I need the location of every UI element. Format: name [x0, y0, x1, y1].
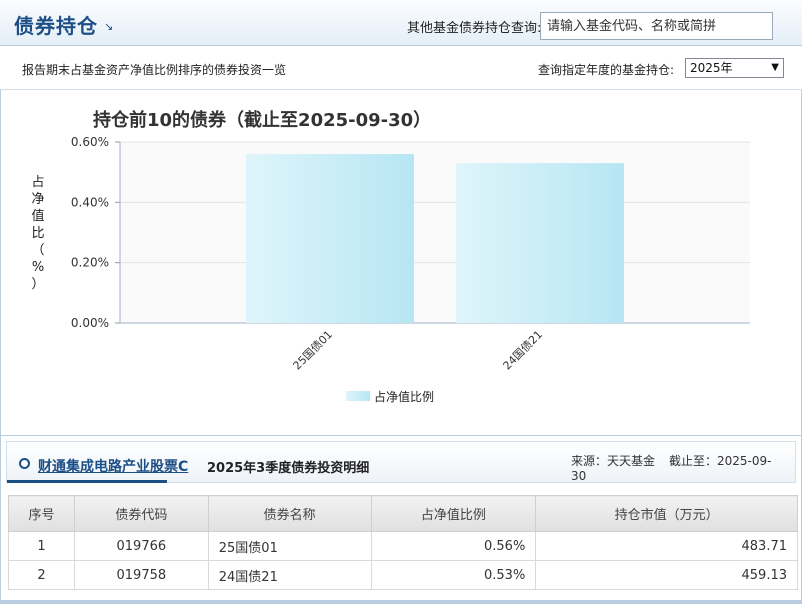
detail-subtitle: 2025年3季度债券投资明细: [207, 461, 370, 476]
legend-label: 占净值比例: [374, 389, 434, 404]
column-header: 债券代码: [73, 495, 209, 532]
bond-code: 019758: [73, 560, 209, 590]
plot-area: [120, 142, 750, 323]
market-value: 459.13: [535, 560, 798, 590]
y-tick-label: 0.00%: [71, 316, 109, 330]
column-header: 持仓市值（万元）: [535, 495, 798, 532]
y-axis-label-char: ）: [31, 277, 44, 292]
row-index: 2: [8, 560, 75, 590]
y-axis-label-char: 值: [31, 208, 44, 224]
circle-bullet-icon: [19, 458, 30, 469]
bond-detail-table: 序号 债券代码 债券名称 占净值比例 持仓市值（万元） 1 019766 25国…: [8, 495, 798, 590]
bar: [246, 154, 414, 323]
bond-name: 25国债01: [207, 531, 372, 561]
legend-swatch: [346, 391, 370, 401]
table-row: 2 019758 24国债21 0.53% 459.13: [8, 560, 798, 590]
y-axis-label-char: 占: [31, 175, 44, 190]
year-select-value: 2025年: [690, 61, 733, 75]
row-index: 1: [8, 531, 75, 561]
table-header-row: 序号 债券代码 债券名称 占净值比例 持仓市值（万元）: [8, 495, 798, 532]
chart-title: 持仓前10的债券（截止至2025-09-30）: [93, 109, 431, 131]
column-header: 占净值比例: [370, 495, 537, 532]
filter-bar: 报告期末占基金资产净值比例排序的债券投资一览 查询指定年度的基金持仓: 2025…: [0, 46, 802, 90]
y-axis-label-char: 净: [31, 192, 44, 207]
bar: [456, 163, 624, 323]
nav-ratio: 0.56%: [370, 531, 537, 561]
y-tick-label: 0.60%: [71, 135, 109, 149]
chart-svg: 持仓前10的债券（截止至2025-09-30） 0.00% 0.20% 0.40% 0.…: [31, 109, 750, 404]
year-select[interactable]: 2025年 ▼: [685, 58, 784, 78]
fund-name-link[interactable]: 财通集成电路产业股票C: [38, 456, 188, 476]
table-row: 1 019766 25国债01 0.56% 483.71: [8, 531, 798, 561]
y-axis-label-char: 比: [31, 226, 44, 241]
year-select-label: 查询指定年度的基金持仓:: [538, 63, 675, 77]
bottom-border: [0, 600, 802, 604]
nav-ratio: 0.53%: [370, 560, 537, 590]
y-tick-label: 0.40%: [71, 195, 109, 209]
bond-name: 24国债21: [207, 560, 372, 590]
fund-search-input[interactable]: [540, 12, 773, 40]
y-axis-label-char: （: [31, 243, 44, 258]
y-axis-label-char: %: [32, 260, 44, 275]
chevron-down-icon: ▼: [771, 62, 779, 73]
column-header: 债券名称: [207, 495, 372, 532]
x-tick-label: 24国债21: [500, 327, 545, 372]
column-header: 序号: [8, 495, 75, 532]
expand-arrow-icon[interactable]: ↘: [104, 20, 113, 33]
source-label: 来源：天天基金: [571, 454, 656, 468]
detail-source-info: 来源：天天基金 截止至：2025-09-30: [571, 452, 795, 483]
page-header: 债券持仓 ↘ 其他基金债券持仓查询:: [0, 0, 802, 46]
y-tick-label: 0.20%: [71, 256, 109, 270]
market-value: 483.71: [535, 531, 798, 561]
bond-holdings-chart: 持仓前10的债券（截止至2025-09-30） 0.00% 0.20% 0.40% 0.…: [0, 91, 802, 436]
holdings-description: 报告期末占基金资产净值比例排序的债券投资一览: [22, 63, 287, 77]
page-title: 债券持仓: [14, 14, 98, 38]
tab-underline: [7, 480, 167, 483]
bond-code: 019766: [73, 531, 209, 561]
fund-query-label: 其他基金债券持仓查询:: [407, 21, 542, 36]
x-tick-label: 25国债01: [290, 327, 335, 372]
detail-header: 财通集成电路产业股票C 2025年3季度债券投资明细 来源：天天基金 截止至：20…: [6, 441, 796, 483]
